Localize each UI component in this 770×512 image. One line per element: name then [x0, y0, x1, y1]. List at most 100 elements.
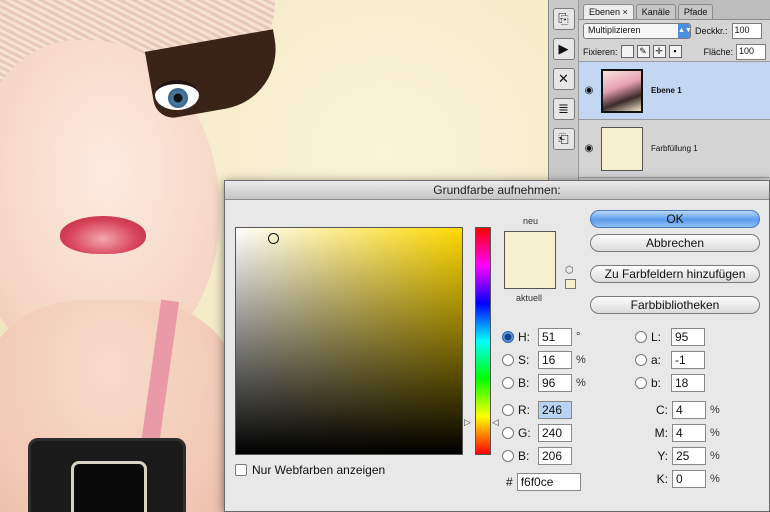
lab-a-radio[interactable] [635, 354, 647, 366]
lock-label: Fixieren: [583, 46, 618, 57]
saturation-radio[interactable] [502, 354, 514, 366]
opacity-field[interactable]: 100 [731, 23, 762, 39]
red-radio[interactable] [502, 404, 514, 416]
hue-slider-left-arrow-icon[interactable]: ▷ [464, 417, 471, 427]
lock-move-icon[interactable]: ✛ [652, 45, 666, 58]
yellow-input[interactable]: 25 [672, 447, 706, 465]
blue-input[interactable]: 206 [538, 447, 572, 465]
saturation-brightness-field[interactable] [235, 227, 463, 455]
hue-input[interactable]: 51 [538, 328, 572, 346]
chevron-updown-icon: ▲▼ [678, 24, 692, 38]
blend-mode-select[interactable]: Multiplizieren ▲▼ [583, 23, 692, 39]
yellow-label: Y: [657, 449, 668, 463]
percent-unit: % [710, 450, 720, 462]
web-safe-cube-icon[interactable]: ⬡ [565, 265, 574, 276]
blend-mode-value: Multiplizieren [588, 25, 641, 35]
hex-input[interactable]: f6f0ce [516, 473, 581, 491]
lab-b-input[interactable]: 18 [671, 374, 705, 392]
layer-comps-icon[interactable]: ⎗ [552, 128, 575, 150]
new-color-label: neu [523, 216, 539, 226]
lock-brush-icon[interactable]: ✎ [636, 45, 650, 58]
magenta-input[interactable]: 4 [672, 424, 706, 442]
hue-slider-right-arrow-icon[interactable]: ◁ [492, 417, 499, 427]
brightness-input[interactable]: 96 [538, 374, 572, 392]
color-field-gradient [236, 228, 462, 454]
red-input[interactable]: 246 [538, 401, 572, 419]
color-libraries-button[interactable]: Farbbibliotheken [590, 296, 760, 314]
hsb-s-row: S: 16 % [502, 351, 586, 369]
rgb-r-row: R: 246 [502, 401, 572, 419]
add-to-swatches-button[interactable]: Zu Farbfeldern hinzufügen [590, 265, 760, 283]
fill-field[interactable]: 100 [736, 43, 766, 60]
hsb-b-row: B: 96 % [502, 374, 586, 392]
layer-row[interactable]: ◉ Ebene 1 [579, 62, 770, 120]
blend-row: Multiplizieren ▲▼ Deckkr.: 100 [579, 20, 770, 42]
gamut-warning-swatch[interactable] [565, 279, 576, 289]
magenta-label: M: [654, 426, 668, 440]
lab-b-row: b: 18 [635, 374, 705, 392]
opacity-label: Deckkr.: [695, 26, 728, 36]
saturation-input[interactable]: 16 [538, 351, 572, 369]
current-color-swatch[interactable] [505, 260, 555, 288]
lock-transparency-icon[interactable] [620, 45, 634, 58]
tools-icon[interactable]: ✕ [552, 68, 575, 90]
ok-button[interactable]: OK [590, 210, 760, 228]
color-picker-circle[interactable] [268, 233, 279, 244]
web-colors-option[interactable]: Nur Webfarben anzeigen [235, 463, 385, 477]
panel-tabs: Ebenen × Kanäle Pfade [579, 0, 770, 20]
iris-artwork [168, 88, 188, 108]
lab-a-input[interactable]: -1 [671, 351, 705, 369]
lab-l-input[interactable]: 95 [671, 328, 705, 346]
visibility-eye-icon[interactable]: ◉ [579, 143, 599, 154]
rgb-g-row: G: 240 [502, 424, 572, 442]
hue-radio[interactable] [502, 331, 514, 343]
tab-pfade[interactable]: Pfade [677, 4, 714, 19]
history-icon[interactable]: ⎘ [552, 8, 575, 30]
visibility-eye-icon[interactable]: ◉ [579, 85, 599, 96]
lab-a-row: a: -1 [635, 351, 705, 369]
fill-layer-thumbnail [601, 126, 643, 171]
layer-row[interactable]: ◉ Farbfüllung 1 [579, 120, 770, 178]
info-icon[interactable]: ≣ [552, 98, 575, 120]
web-colors-checkbox[interactable] [235, 464, 247, 476]
lab-l-row: L: 95 [635, 328, 705, 346]
current-color-label: aktuell [516, 293, 543, 303]
lab-b-radio[interactable] [635, 377, 647, 389]
brightness-radio[interactable] [502, 377, 514, 389]
cancel-button[interactable]: Abbrechen [590, 234, 760, 252]
lips-artwork [60, 216, 146, 254]
tab-kanaele[interactable]: Kanäle [635, 4, 676, 19]
cyan-input[interactable]: 4 [672, 401, 706, 419]
cmyk-k-row: K: 0 % [652, 470, 720, 488]
cyan-label: C: [656, 403, 668, 417]
blue-radio[interactable] [502, 450, 514, 462]
green-radio[interactable] [502, 427, 514, 439]
new-color-swatch [505, 232, 555, 260]
percent-unit: % [710, 404, 720, 416]
cmyk-y-row: Y: 25 % [652, 447, 720, 465]
color-preview-swatch [504, 231, 556, 289]
layer-thumbnail [601, 68, 643, 113]
green-input[interactable]: 240 [538, 424, 572, 442]
panel-dock: ⎘ ▶ ✕ ≣ ⎗ [548, 0, 578, 185]
degree-unit: ° [576, 331, 581, 343]
hue-slider[interactable] [475, 227, 491, 455]
fill-label: Fläche: [703, 46, 733, 57]
eye-artwork [155, 80, 199, 110]
brightness-label: B: [518, 376, 530, 390]
color-picker-dialog: Grundfarbe aufnehmen: ▷ ◁ Nur Webfarben … [224, 180, 770, 512]
actions-play-icon[interactable]: ▶ [552, 38, 575, 60]
green-label: G: [518, 426, 531, 440]
layer-name: Ebene 1 [651, 86, 682, 95]
lock-row: Fixieren: ✎ ✛ ▪ Fläche: 100 [579, 42, 770, 62]
black-input[interactable]: 0 [672, 470, 706, 488]
tab-ebenen[interactable]: Ebenen × [583, 4, 634, 19]
lab-l-radio[interactable] [635, 331, 647, 343]
lock-all-icon[interactable]: ▪ [668, 45, 682, 58]
cmyk-c-row: C: 4 % [652, 401, 720, 419]
rgb-b-row: B: 206 [502, 447, 572, 465]
layers-panel: Ebenen × Kanäle Pfade Multiplizieren ▲▼ … [578, 0, 770, 185]
cmyk-m-row: M: 4 % [652, 424, 720, 442]
percent-unit: % [710, 427, 720, 439]
red-label: R: [518, 403, 530, 417]
